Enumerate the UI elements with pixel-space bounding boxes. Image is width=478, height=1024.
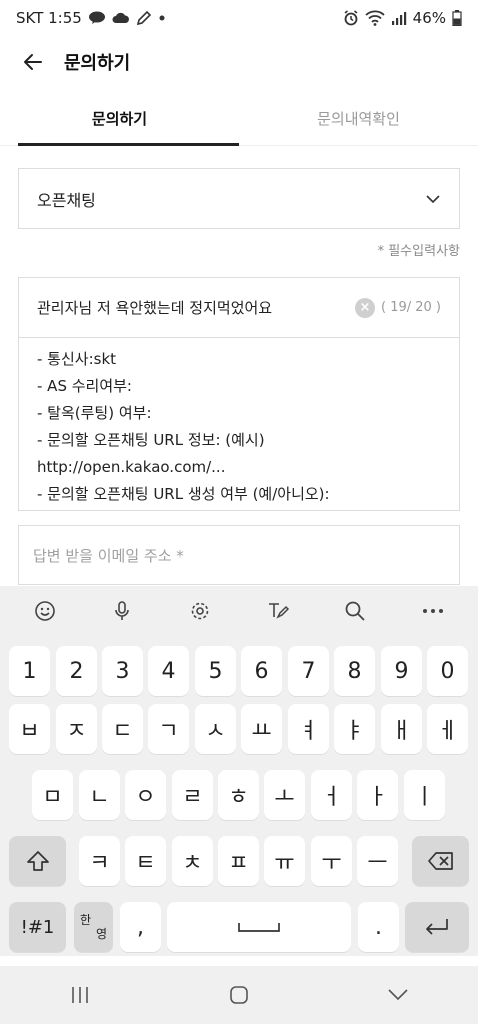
key-yeo[interactable]: ㅕ bbox=[288, 704, 329, 754]
emoji-icon[interactable] bbox=[27, 593, 63, 629]
key-yo[interactable]: ㅛ bbox=[241, 704, 282, 754]
key-giyeok[interactable]: ㄱ bbox=[148, 704, 189, 754]
key-eo[interactable]: ㅓ bbox=[311, 770, 352, 820]
key-eu[interactable]: ㅡ bbox=[357, 836, 398, 886]
dot-icon bbox=[158, 14, 166, 22]
back-nav-icon[interactable] bbox=[378, 975, 418, 1015]
shift-icon bbox=[26, 851, 49, 871]
shift-key[interactable] bbox=[9, 836, 66, 886]
key-e[interactable]: ㅔ bbox=[427, 704, 468, 754]
body-line: - 통신사:skt bbox=[37, 350, 117, 368]
recent-apps-icon[interactable] bbox=[60, 975, 100, 1015]
signal-icon bbox=[391, 11, 407, 25]
body-textarea[interactable]: - 통신사:skt - AS 수리여부: - 탈옥(루팅) 여부: - 문의할 … bbox=[19, 338, 459, 508]
category-select[interactable]: 오픈채팅 bbox=[18, 168, 460, 229]
subject-field[interactable]: 관리자님 저 욕안했는데 정지먹었어요 × ( 19/ 20 ) bbox=[19, 278, 459, 338]
key-3[interactable]: 3 bbox=[102, 646, 143, 696]
key-i[interactable]: ㅣ bbox=[404, 770, 445, 820]
body-line: - AS 수리여부: bbox=[37, 377, 132, 395]
tab-inquiry[interactable]: 문의하기 bbox=[0, 92, 239, 146]
battery-icon bbox=[452, 10, 462, 26]
body-line: - 문의할 오픈채팅 URL 생성 여부 (예/아니오): bbox=[37, 485, 330, 503]
key-1[interactable]: 1 bbox=[9, 646, 50, 696]
inquiry-form-box: 관리자님 저 욕안했는데 정지먹었어요 × ( 19/ 20 ) - 통신사:s… bbox=[18, 277, 460, 511]
key-4[interactable]: 4 bbox=[148, 646, 189, 696]
subject-text: 관리자님 저 욕안했는데 정지먹었어요 bbox=[37, 299, 273, 317]
keyboard: 1 2 3 4 5 6 7 8 9 0 ㅂ ㅈ ㄷ ㄱ ㅅ ㅛ ㅕ ㅑ ㅐ ㅔ … bbox=[0, 586, 478, 956]
pencil-icon bbox=[136, 10, 152, 26]
lang-switch-key[interactable]: 한 영 bbox=[74, 902, 113, 952]
backspace-icon bbox=[427, 852, 453, 870]
tab-bar: 문의하기 문의내역확인 bbox=[0, 92, 478, 146]
cloud-icon bbox=[112, 12, 130, 24]
key-6[interactable]: 6 bbox=[241, 646, 282, 696]
key-ya[interactable]: ㅑ bbox=[334, 704, 375, 754]
key-bieup[interactable]: ㅂ bbox=[9, 704, 50, 754]
key-ae[interactable]: ㅐ bbox=[381, 704, 422, 754]
system-nav-bar bbox=[0, 966, 478, 1024]
lang-top-label: 한 bbox=[80, 913, 92, 927]
settings-icon[interactable] bbox=[182, 593, 218, 629]
comma-key[interactable]: , bbox=[120, 902, 161, 952]
home-icon[interactable] bbox=[219, 975, 259, 1015]
chevron-down-icon bbox=[425, 194, 441, 204]
key-kieuk[interactable]: ㅋ bbox=[79, 836, 120, 886]
status-time: SKT 1:55 bbox=[16, 9, 82, 27]
backspace-key[interactable] bbox=[412, 836, 469, 886]
wifi-icon bbox=[365, 10, 385, 26]
key-jieut[interactable]: ㅈ bbox=[56, 704, 97, 754]
lang-bottom-label: 영 bbox=[95, 927, 107, 941]
key-chieut[interactable]: ㅊ bbox=[172, 836, 213, 886]
email-field[interactable]: 답변 받을 이메일 주소 * bbox=[18, 525, 460, 585]
key-pieup[interactable]: ㅍ bbox=[218, 836, 259, 886]
arrow-left-icon bbox=[24, 54, 42, 70]
key-yu[interactable]: ㅠ bbox=[264, 836, 305, 886]
keyboard-toolbar bbox=[0, 586, 478, 636]
key-tieut[interactable]: ㅌ bbox=[125, 836, 166, 886]
mic-icon[interactable] bbox=[104, 593, 140, 629]
app-bar: 문의하기 bbox=[0, 36, 478, 88]
talk-bubble-icon bbox=[88, 11, 106, 25]
key-9[interactable]: 9 bbox=[381, 646, 422, 696]
key-5[interactable]: 5 bbox=[195, 646, 236, 696]
symbols-key[interactable]: !#1 bbox=[9, 902, 66, 952]
key-2[interactable]: 2 bbox=[56, 646, 97, 696]
key-o[interactable]: ㅗ bbox=[264, 770, 305, 820]
clear-icon[interactable]: × bbox=[354, 297, 375, 318]
key-ieung[interactable]: ㅇ bbox=[125, 770, 166, 820]
key-u[interactable]: ㅜ bbox=[311, 836, 352, 886]
key-rieul[interactable]: ㄹ bbox=[172, 770, 213, 820]
space-icon bbox=[238, 923, 280, 932]
enter-key[interactable] bbox=[405, 902, 469, 952]
key-a[interactable]: ㅏ bbox=[357, 770, 398, 820]
key-0[interactable]: 0 bbox=[427, 646, 468, 696]
battery-percent: 46% bbox=[412, 9, 446, 27]
key-7[interactable]: 7 bbox=[288, 646, 329, 696]
body-line: http://open.kakao.com/... bbox=[37, 458, 226, 476]
key-8[interactable]: 8 bbox=[334, 646, 375, 696]
key-digeut[interactable]: ㄷ bbox=[102, 704, 143, 754]
enter-icon bbox=[426, 919, 448, 935]
required-note: * 필수입력사항 bbox=[377, 244, 460, 259]
key-hieut[interactable]: ㅎ bbox=[218, 770, 259, 820]
status-bar: SKT 1:55 46% bbox=[0, 0, 478, 36]
body-line: - 문의할 오픈채팅 URL 정보: (예시) bbox=[37, 431, 265, 449]
space-key[interactable] bbox=[167, 902, 351, 952]
alarm-icon bbox=[343, 10, 359, 26]
handwriting-icon[interactable] bbox=[260, 593, 296, 629]
body-line: - 탈옥(루팅) 여부: bbox=[37, 404, 152, 422]
subject-counter: ( 19/ 20 ) bbox=[380, 300, 441, 315]
more-icon[interactable] bbox=[415, 593, 451, 629]
key-mieum[interactable]: ㅁ bbox=[32, 770, 73, 820]
key-nieun[interactable]: ㄴ bbox=[79, 770, 120, 820]
back-button[interactable] bbox=[18, 47, 48, 77]
tab-inquiry-history[interactable]: 문의내역확인 bbox=[239, 92, 478, 145]
page-title: 문의하기 bbox=[64, 53, 131, 74]
category-value: 오픈채팅 bbox=[37, 190, 96, 210]
key-siot[interactable]: ㅅ bbox=[195, 704, 236, 754]
search-icon[interactable] bbox=[337, 593, 373, 629]
period-key[interactable]: . bbox=[358, 902, 399, 952]
